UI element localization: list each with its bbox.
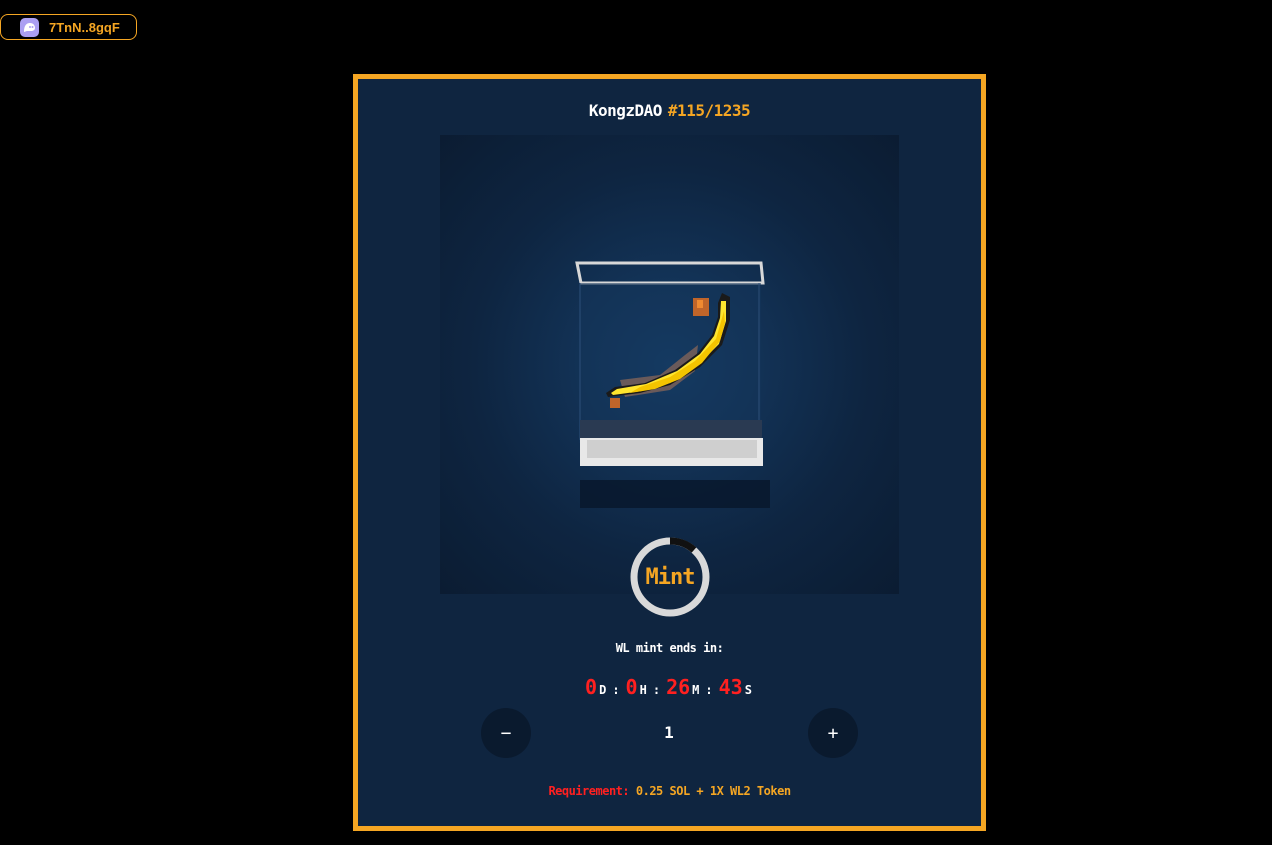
countdown-minutes: 26 — [666, 675, 691, 699]
requirement-value: 0.25 SOL + 1X WL2 Token — [635, 784, 791, 798]
increase-quantity-button[interactable]: + — [808, 708, 858, 758]
mint-card: KongzDAO #115/1235 Mint WL mint ends in:… — [353, 74, 986, 831]
collection-name: KongzDAO — [588, 101, 663, 120]
mint-button-label: Mint — [645, 564, 696, 590]
banana-display-image — [575, 261, 770, 508]
quantity-value: 1 — [664, 723, 674, 742]
wallet-button[interactable]: 7TnN..8gqF — [0, 14, 137, 40]
countdown-days: 0 — [585, 675, 598, 699]
mint-ends-label: WL mint ends in: — [615, 641, 724, 655]
page-title: KongzDAO #115/1235 — [358, 101, 981, 120]
countdown-days-unit: D — [599, 683, 607, 697]
phantom-ghost-icon — [20, 17, 39, 37]
countdown-separator: : — [705, 683, 713, 697]
countdown-hours-unit: H — [639, 683, 647, 697]
countdown-hours: 0 — [625, 675, 638, 699]
countdown-separator: : — [652, 683, 661, 697]
mint-button[interactable]: Mint — [628, 535, 712, 619]
decrease-quantity-button[interactable]: − — [481, 708, 531, 758]
mint-count: #115/1235 — [667, 101, 751, 120]
mint-requirement: Requirement: 0.25 SOL + 1X WL2 Token — [358, 784, 981, 798]
countdown-minutes-unit: M — [692, 683, 700, 697]
countdown-timer: 0 D : 0 H : 26 M : 43 S — [358, 675, 981, 699]
nft-artwork — [440, 135, 899, 594]
countdown-separator: : — [612, 683, 620, 697]
wallet-address: 7TnN..8gqF — [49, 19, 120, 35]
requirement-label: Requirement: — [548, 784, 630, 798]
countdown-seconds: 43 — [718, 675, 743, 699]
countdown-seconds-unit: S — [744, 683, 752, 697]
